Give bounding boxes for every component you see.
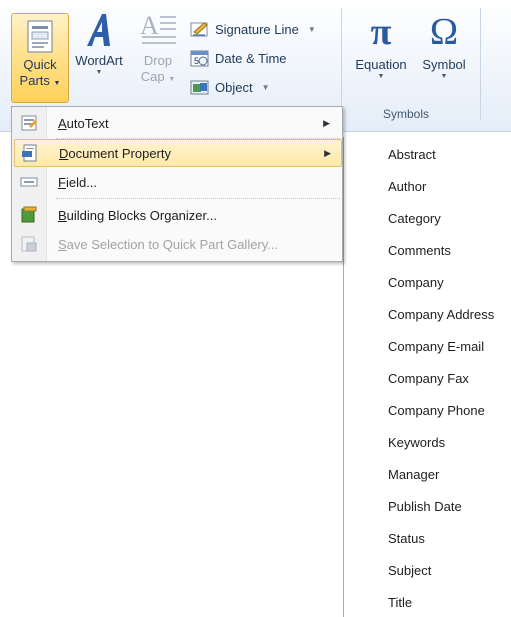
save-selection-accesskey: S xyxy=(58,236,67,252)
building-blocks-label: uilding Blocks Organizer... xyxy=(66,207,217,223)
document-property-accesskey: D xyxy=(59,145,69,161)
date-time-label: Date & Time xyxy=(215,50,287,66)
submenu-item-company[interactable]: Company xyxy=(388,275,444,290)
autotext-label: utoText xyxy=(66,115,109,131)
object-button[interactable]: Object ▼ xyxy=(190,75,270,99)
wordart-button[interactable]: WordArt ▼ xyxy=(70,10,128,77)
submenu-item-company-fax[interactable]: Company Fax xyxy=(388,371,469,386)
submenu-item-manager[interactable]: Manager xyxy=(388,467,439,482)
submenu-arrow-icon: ▶ xyxy=(323,117,330,128)
svg-text:A: A xyxy=(140,11,159,40)
menu-item-save-selection[interactable]: Save Selection to Quick Part Gallery... xyxy=(14,230,340,258)
building-blocks-accesskey: B xyxy=(58,207,67,223)
chevron-down-icon: ▼ xyxy=(53,80,61,87)
signature-line-label: Signature Line xyxy=(215,21,299,37)
drop-cap-button[interactable]: A Drop Cap ▼ xyxy=(134,10,182,88)
chevron-down-icon: ▼ xyxy=(307,24,316,34)
submenu-item-status[interactable]: Status xyxy=(388,531,425,546)
symbols-group-label: Symbols xyxy=(383,107,430,121)
autotext-accesskey: A xyxy=(58,115,67,131)
save-selection-label: ave Selection to Quick Part Gallery... xyxy=(66,236,279,252)
symbol-label: Symbol xyxy=(422,57,466,72)
quick-parts-button[interactable]: Quick Parts ▼ xyxy=(11,13,69,103)
save-selection-icon xyxy=(21,236,37,252)
drop-cap-icon: A xyxy=(140,11,176,44)
submenu-item-category[interactable]: Category xyxy=(388,211,441,226)
submenu-item-abstract[interactable]: Abstract xyxy=(388,147,436,162)
field-accesskey: F xyxy=(58,174,66,190)
signature-line-button[interactable]: Signature Line ▼ xyxy=(190,17,316,41)
object-icon xyxy=(190,80,209,95)
drop-cap-label-1: Drop xyxy=(143,53,173,68)
wordart-icon xyxy=(87,14,110,46)
chevron-down-icon: ▼ xyxy=(95,69,103,76)
omega-icon: Ω xyxy=(429,11,459,53)
chevron-down-icon: ▼ xyxy=(440,73,448,80)
submenu-item-subject[interactable]: Subject xyxy=(388,563,431,578)
submenu-item-keywords[interactable]: Keywords xyxy=(388,435,445,450)
menu-item-building-blocks-organizer[interactable]: Building Blocks Organizer... xyxy=(14,201,340,229)
submenu-item-company-phone[interactable]: Company Phone xyxy=(388,403,485,418)
menu-item-document-property[interactable]: Document Property ▶ xyxy=(14,139,342,167)
object-label: Object xyxy=(215,79,253,95)
submenu-item-author[interactable]: Author xyxy=(388,179,426,194)
menu-item-field[interactable]: Field... xyxy=(14,168,340,196)
quick-parts-icon xyxy=(27,20,53,53)
document-property-label: ocument Property xyxy=(68,145,171,161)
field-icon xyxy=(20,177,38,187)
equation-button[interactable]: π Equation ▼ xyxy=(347,10,415,81)
signature-line-icon xyxy=(190,22,208,37)
submenu-arrow-icon: ▶ xyxy=(324,147,331,158)
submenu-item-comments[interactable]: Comments xyxy=(388,243,451,258)
submenu-item-title[interactable]: Title xyxy=(388,595,412,610)
quick-parts-label-1: Quick xyxy=(23,57,57,72)
equation-label: Equation xyxy=(355,57,407,72)
building-blocks-icon xyxy=(21,206,37,223)
date-time-button[interactable]: 5 Date & Time xyxy=(190,46,287,70)
svg-text:5: 5 xyxy=(194,56,199,66)
drop-cap-label-2: Cap xyxy=(140,69,165,84)
quick-parts-label-2: Parts xyxy=(19,73,50,88)
calendar-icon: 5 xyxy=(190,50,209,67)
document-property-submenu: Abstract Author Category Comments Compan… xyxy=(343,137,511,617)
group-divider xyxy=(341,8,342,120)
document-property-icon xyxy=(22,144,37,162)
menu-item-autotext[interactable]: AutoText ▶ xyxy=(14,109,340,137)
quick-parts-menu: AutoText ▶ Document Property ▶ Field... xyxy=(11,106,343,262)
autotext-icon xyxy=(21,115,37,131)
submenu-item-publish-date[interactable]: Publish Date xyxy=(388,499,462,514)
group-divider xyxy=(480,8,481,120)
field-label: ield... xyxy=(65,174,98,190)
submenu-item-company-address[interactable]: Company Address xyxy=(388,307,494,322)
pi-icon: π xyxy=(370,11,392,53)
wordart-label: WordArt xyxy=(75,53,123,68)
menu-separator xyxy=(56,198,340,199)
chevron-down-icon: ▼ xyxy=(168,76,176,83)
submenu-item-company-email[interactable]: Company E-mail xyxy=(388,339,484,354)
chevron-down-icon: ▼ xyxy=(261,82,270,92)
chevron-down-icon: ▼ xyxy=(377,73,385,80)
symbol-button[interactable]: Ω Symbol ▼ xyxy=(416,10,472,81)
